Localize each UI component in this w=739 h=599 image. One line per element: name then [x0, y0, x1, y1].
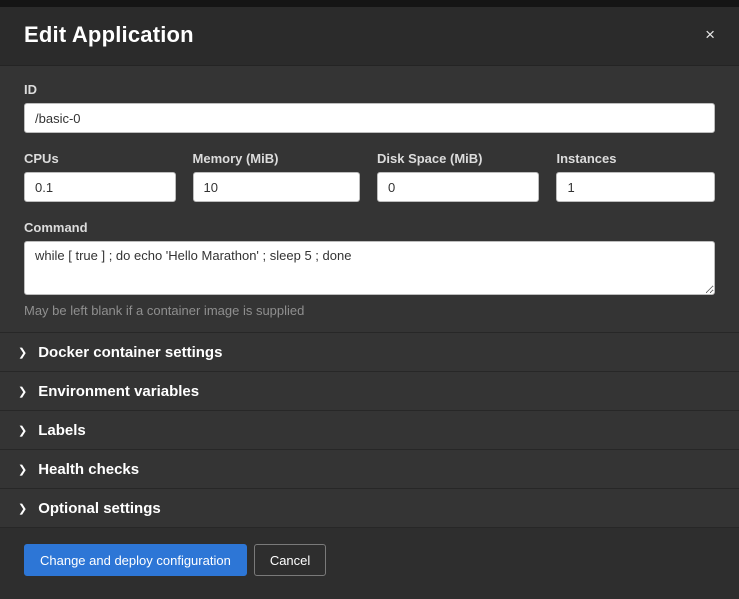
- chevron-right-icon: ❯: [18, 387, 27, 398]
- section-labels[interactable]: ❯ Labels: [0, 411, 739, 450]
- memory-field-label: Memory (MiB): [193, 151, 360, 166]
- cpus-field-label: CPUs: [24, 151, 176, 166]
- command-field-group: Command while [ true ] ; do echo 'Hello …: [24, 220, 715, 318]
- section-label: Labels: [38, 422, 86, 439]
- modal-top-strip: [0, 0, 739, 7]
- section-environment-variables[interactable]: ❯ Environment variables: [0, 372, 739, 411]
- disk-input[interactable]: [377, 172, 539, 202]
- section-label: Optional settings: [38, 500, 161, 517]
- memory-input[interactable]: [193, 172, 360, 202]
- instances-field-group: Instances: [556, 151, 715, 202]
- section-health-checks[interactable]: ❯ Health checks: [0, 450, 739, 489]
- chevron-right-icon: ❯: [18, 504, 27, 515]
- collapsible-sections: ❯ Docker container settings ❯ Environmen…: [0, 332, 739, 528]
- instances-field-label: Instances: [556, 151, 715, 166]
- edit-application-modal: Edit Application × ID CPUs Memory (MiB) …: [0, 0, 739, 599]
- change-and-deploy-button[interactable]: Change and deploy configuration: [24, 544, 247, 576]
- cancel-button[interactable]: Cancel: [254, 544, 326, 576]
- section-optional-settings[interactable]: ❯ Optional settings: [0, 489, 739, 528]
- cpus-field-group: CPUs: [24, 151, 176, 202]
- chevron-right-icon: ❯: [18, 465, 27, 476]
- id-input[interactable]: [24, 103, 715, 133]
- close-icon[interactable]: ×: [703, 22, 717, 47]
- resources-field-row: CPUs Memory (MiB) Disk Space (MiB) Insta…: [24, 151, 715, 202]
- section-label: Health checks: [38, 461, 139, 478]
- modal-footer: Change and deploy configuration Cancel: [0, 528, 739, 599]
- disk-field-group: Disk Space (MiB): [377, 151, 539, 202]
- memory-field-group: Memory (MiB): [193, 151, 360, 202]
- disk-field-label: Disk Space (MiB): [377, 151, 539, 166]
- command-field-label: Command: [24, 220, 715, 235]
- modal-header: Edit Application ×: [0, 7, 739, 66]
- id-field-group: ID: [24, 82, 715, 133]
- section-label: Environment variables: [38, 383, 199, 400]
- chevron-right-icon: ❯: [18, 348, 27, 359]
- section-docker-container-settings[interactable]: ❯ Docker container settings: [0, 333, 739, 372]
- section-label: Docker container settings: [38, 344, 222, 361]
- command-textarea[interactable]: while [ true ] ; do echo 'Hello Marathon…: [24, 241, 715, 295]
- instances-input[interactable]: [556, 172, 715, 202]
- id-field-label: ID: [24, 82, 715, 97]
- command-help-text: May be left blank if a container image i…: [24, 303, 715, 318]
- modal-body: ID CPUs Memory (MiB) Disk Space (MiB) In…: [0, 66, 739, 332]
- cpus-input[interactable]: [24, 172, 176, 202]
- chevron-right-icon: ❯: [18, 426, 27, 437]
- modal-title: Edit Application: [24, 22, 194, 48]
